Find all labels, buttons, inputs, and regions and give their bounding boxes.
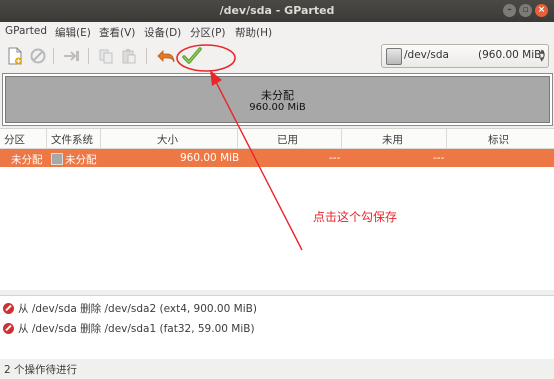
menu-help[interactable]: 帮助(H) <box>235 25 272 40</box>
toolbar-separator <box>146 48 147 64</box>
column-divider <box>341 129 342 148</box>
column-divider <box>100 129 101 148</box>
col-partition[interactable]: 分区 <box>4 132 25 147</box>
hard-disk-icon <box>386 48 402 65</box>
menu-view[interactable]: 查看(V) <box>99 25 135 40</box>
operation-text: 从 /dev/sda 删除 /dev/sda1 (fat32, 59.00 Mi… <box>18 322 255 335</box>
menu-edit[interactable]: 编辑(E) <box>55 25 91 40</box>
partition-table: 分区 文件系统 大小 已用 未用 标识 未分配 未分配 960.00 MiB -… <box>0 128 554 291</box>
window-controls: – ▫ × <box>503 4 548 17</box>
apply-icon[interactable] <box>182 46 202 66</box>
toolbar-separator <box>53 48 54 64</box>
status-text: 2 个操作待进行 <box>4 364 78 376</box>
menu-partition[interactable]: 分区(P) <box>190 25 226 40</box>
operation-text: 从 /dev/sda 删除 /dev/sda2 (ext4, 900.00 Mi… <box>18 302 257 315</box>
pending-operations-list: 从 /dev/sda 删除 /dev/sda2 (ext4, 900.00 Mi… <box>0 295 554 360</box>
col-flags[interactable]: 标识 <box>488 132 509 147</box>
column-divider <box>237 129 238 148</box>
column-divider <box>446 129 447 148</box>
toolbar-separator <box>88 48 89 64</box>
minimize-button[interactable]: – <box>503 4 516 17</box>
list-item[interactable]: 从 /dev/sda 删除 /dev/sda2 (ext4, 900.00 Mi… <box>3 300 257 316</box>
delete-icon[interactable] <box>28 46 48 66</box>
cell-used: --- <box>329 152 341 164</box>
delete-operation-icon <box>3 322 14 334</box>
list-item[interactable]: 从 /dev/sda 删除 /dev/sda1 (fat32, 59.00 Mi… <box>3 320 255 336</box>
resize-move-icon[interactable] <box>62 46 82 66</box>
paste-icon[interactable] <box>119 46 139 66</box>
partition-map[interactable]: 未分配 960.00 MiB <box>2 73 553 126</box>
device-selector[interactable]: /dev/sda (960.00 MiB) ▴ ▾ <box>381 44 549 68</box>
window-title: /dev/sda - GParted <box>219 4 335 17</box>
table-header: 分区 文件系统 大小 已用 未用 标识 <box>0 129 554 149</box>
device-name: /dev/sda <box>404 49 449 61</box>
unallocated-size: 960.00 MiB <box>249 102 306 113</box>
delete-operation-icon <box>3 302 14 314</box>
unallocated-label: 未分配 <box>261 89 294 102</box>
menu-device[interactable]: 设备(D) <box>144 25 181 40</box>
device-size: (960.00 MiB) <box>478 49 546 61</box>
maximize-button[interactable]: ▫ <box>519 4 532 17</box>
new-partition-icon[interactable] <box>5 46 25 66</box>
cell-size: 960.00 MiB <box>180 152 240 164</box>
chevron-updown-icon: ▴ ▾ <box>539 47 544 65</box>
cell-partition: 未分配 <box>11 154 43 166</box>
filesystem-color-swatch <box>51 153 63 165</box>
annotation-text: 点击这个勾保存 <box>313 210 398 224</box>
col-size[interactable]: 大小 <box>157 132 178 147</box>
cell-filesystem: 未分配 <box>65 154 97 166</box>
undo-icon[interactable] <box>156 46 176 66</box>
status-bar: 2 个操作待进行 <box>0 359 554 379</box>
unallocated-block[interactable]: 未分配 960.00 MiB <box>5 76 550 123</box>
table-row[interactable]: 未分配 未分配 960.00 MiB --- --- <box>0 149 554 167</box>
col-filesystem[interactable]: 文件系统 <box>51 132 93 147</box>
menu-bar: GParted 编辑(E) 查看(V) 设备(D) 分区(P) 帮助(H) <box>0 22 554 42</box>
title-bar: /dev/sda - GParted – ▫ × <box>0 0 554 22</box>
column-divider <box>46 129 47 148</box>
menu-gparted[interactable]: GParted <box>5 25 47 37</box>
col-used[interactable]: 已用 <box>277 132 298 147</box>
close-button[interactable]: × <box>535 4 548 17</box>
col-unused[interactable]: 未用 <box>382 132 403 147</box>
cell-unused: --- <box>433 152 445 164</box>
copy-icon[interactable] <box>96 46 116 66</box>
